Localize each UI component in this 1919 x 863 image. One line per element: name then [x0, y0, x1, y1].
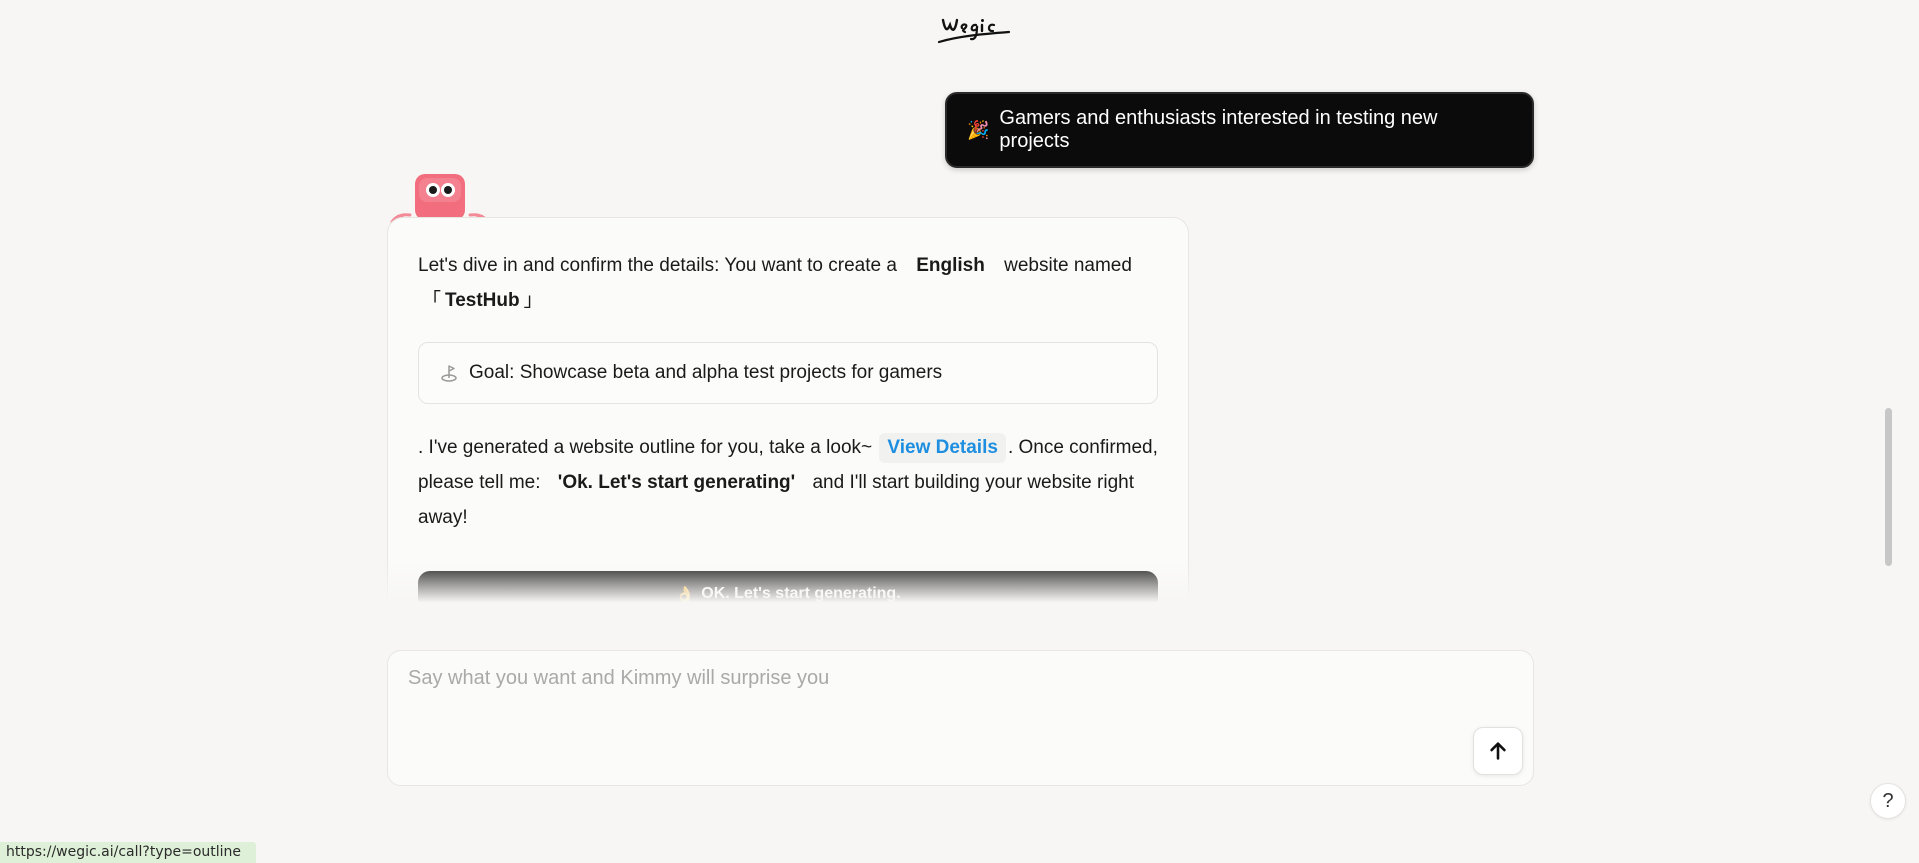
- party-popper-icon: 🎉: [967, 119, 990, 140]
- ok-hand-icon: 👌: [675, 587, 696, 604]
- site-name: TestHub: [445, 290, 520, 311]
- command-quote: 'Ok. Let's start generating': [557, 472, 796, 493]
- outline-text: . I've generated a website outline for y…: [418, 430, 1158, 535]
- outline-prefix: . I've generated a website outline for y…: [418, 437, 873, 458]
- goal-text: Goal: Showcase beta and alpha test proje…: [469, 362, 943, 383]
- goal-box: Goal: Showcase beta and alpha test proje…: [418, 342, 1158, 404]
- confirmation-text: Let's dive in and confirm the details: Y…: [418, 248, 1158, 318]
- message-composer: [387, 650, 1534, 786]
- assistant-message-card: Let's dive in and confirm the details: Y…: [387, 217, 1189, 607]
- user-message-bubble: 🎉 Gamers and enthusiasts interested in t…: [945, 92, 1534, 168]
- chat-page: 🎉 Gamers and enthusiasts interested in t…: [0, 0, 1919, 863]
- wegic-logo[interactable]: [935, 8, 1015, 48]
- view-details-link[interactable]: View Details: [879, 433, 1006, 463]
- arrow-up-icon: [1490, 742, 1506, 760]
- intro-prefix: Let's dive in and confirm the details: Y…: [418, 255, 897, 276]
- message-input[interactable]: [408, 667, 1408, 757]
- help-button[interactable]: ?: [1870, 783, 1906, 819]
- help-icon: ?: [1882, 789, 1894, 812]
- goal-icon: [439, 363, 459, 383]
- user-message-text: Gamers and enthusiasts interested in tes…: [999, 107, 1438, 152]
- intro-mid: website named: [1004, 255, 1132, 276]
- bracket-close: 」: [523, 290, 543, 311]
- language-value: English: [916, 255, 985, 276]
- status-bar-url: https://wegic.ai/call?type=outline: [0, 842, 256, 863]
- scrollbar-thumb[interactable]: [1885, 408, 1892, 566]
- start-generating-button[interactable]: 👌 OK. Let's start generating.: [418, 571, 1158, 607]
- start-generating-label: OK. Let's start generating.: [701, 585, 901, 602]
- bracket-open: 「: [422, 290, 442, 311]
- send-button[interactable]: [1473, 727, 1523, 775]
- wegic-logo-mark: [937, 18, 1011, 44]
